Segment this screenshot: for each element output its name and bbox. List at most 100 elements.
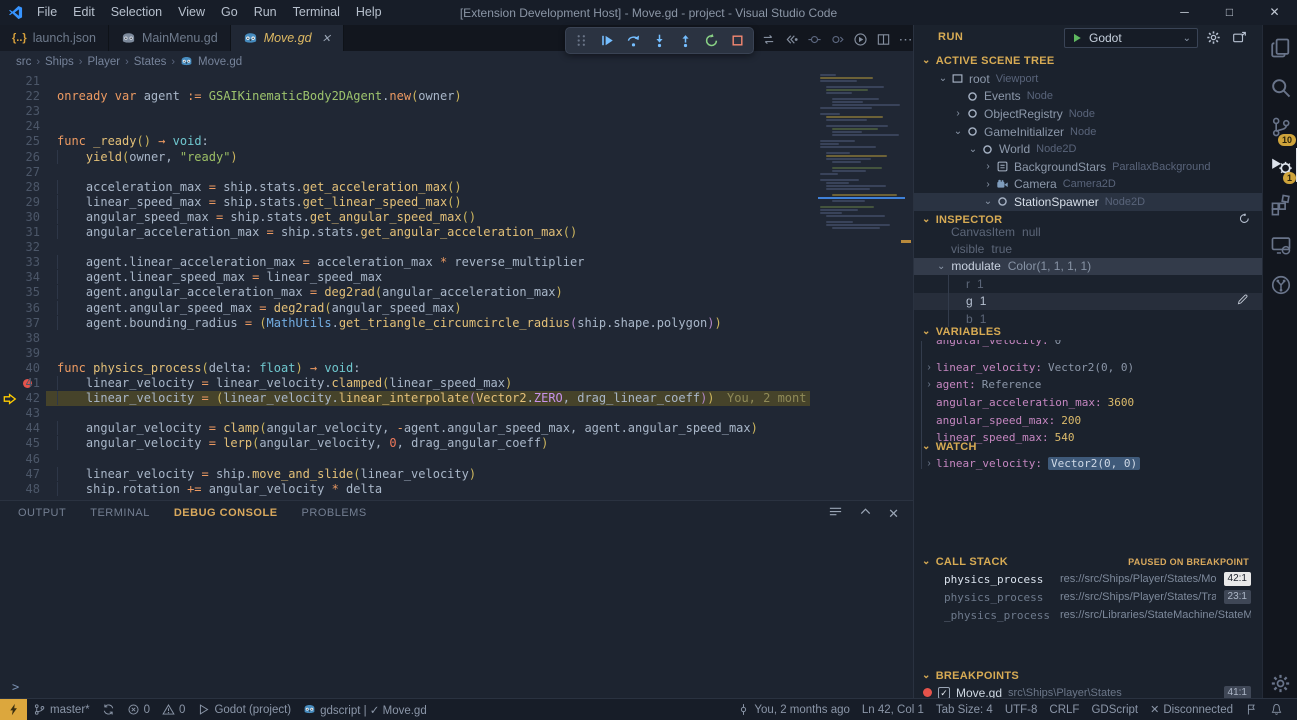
code-line[interactable]: 34 agent.linear_speed_max = linear_speed… (0, 270, 913, 285)
close-button[interactable]: ✕ (1252, 0, 1297, 25)
code-line[interactable]: 28 acceleration_max = ship.stats.get_acc… (0, 180, 913, 195)
cursor-position[interactable]: Ln 42, Col 1 (856, 699, 930, 720)
menu-run[interactable]: Run (246, 0, 285, 25)
watch-row-linear_velocity[interactable]: ›linear_velocity:Vector2(0, 0) (914, 455, 1262, 473)
chevron-down-icon[interactable]: ⌄ (937, 261, 945, 272)
call-stack-frame[interactable]: physics_processres://src/Ships/Player/St… (914, 588, 1262, 606)
gdscript-status[interactable]: gdscript | ✓ Move.gd (297, 699, 433, 720)
tab-move-gd[interactable]: Move.gd✕ (231, 25, 344, 51)
variable-row-partial[interactable]: angular_velocity:0 (914, 340, 1262, 349)
remote-indicator[interactable] (0, 699, 27, 720)
open-debug-view-icon[interactable] (1232, 30, 1247, 48)
variable-row-angular_speed_max[interactable]: angular_speed_max:200 (914, 411, 1262, 429)
tab-size[interactable]: Tab Size: 4 (930, 699, 999, 720)
menu-terminal[interactable]: Terminal (285, 0, 348, 25)
code-line[interactable]: 33 agent.linear_acceleration_max = accel… (0, 255, 913, 270)
stop-button[interactable] (725, 30, 750, 52)
code-editor[interactable]: 2122onready var agent := GSAIKinematicBo… (0, 72, 913, 500)
debug-console-prompt[interactable]: > (12, 680, 19, 694)
variable-row-angular_acceleration_max[interactable]: angular_acceleration_max:3600 (914, 394, 1262, 412)
code-line[interactable]: 41 linear_velocity = linear_velocity.cla… (0, 376, 913, 391)
code-line[interactable]: 26 yield(owner, "ready") (0, 150, 913, 165)
breadcrumb[interactable]: src›Ships›Player›States›Move.gd (0, 51, 913, 72)
settings-gear-icon[interactable] (1263, 665, 1297, 701)
section-call-stack[interactable]: ⌄CALL STACKPAUSED ON BREAKPOINT (914, 553, 1262, 570)
menu-file[interactable]: File (29, 0, 65, 25)
breadcrumb-item[interactable]: src (16, 56, 31, 68)
maximize-button[interactable]: □ (1207, 0, 1252, 25)
panel-tab-problems[interactable]: PROBLEMS (302, 505, 367, 521)
panel-tab-debug-console[interactable]: DEBUG CONSOLE (174, 505, 278, 521)
inspector-row-g[interactable]: g1 (914, 293, 1262, 310)
chevron-down-icon[interactable]: ⌄ (982, 196, 994, 207)
variable-row-linear_velocity[interactable]: ›linear_velocity:Vector2(0, 0) (914, 359, 1262, 377)
menu-go[interactable]: Go (213, 0, 246, 25)
scene-tree-item-camera[interactable]: ›CameraCamera2D (914, 176, 1262, 194)
minimap[interactable] (818, 74, 905, 306)
call-stack-frame[interactable]: _physics_processres://src/Libraries/Stat… (914, 606, 1262, 624)
code-line[interactable]: 38 (0, 331, 913, 346)
code-line[interactable]: 24 (0, 119, 913, 134)
code-line[interactable]: 40func physics_process(delta: float) → v… (0, 361, 913, 376)
inspector-row-r[interactable]: r1 (914, 275, 1262, 292)
menu-help[interactable]: Help (348, 0, 390, 25)
edit-pencil-icon[interactable] (1236, 293, 1249, 309)
chevron-right-icon[interactable]: › (952, 108, 964, 119)
menu-selection[interactable]: Selection (103, 0, 170, 25)
variable-row-agent[interactable]: ›agent:Reference (914, 376, 1262, 394)
menu-edit[interactable]: Edit (65, 0, 103, 25)
chevron-right-icon[interactable]: › (982, 179, 994, 190)
inspector-row-canvasitem[interactable]: CanvasItemnull (914, 223, 1262, 240)
breakpoint-checkbox[interactable]: ✓ (938, 687, 950, 699)
blame-status[interactable]: You, 2 months ago (731, 699, 855, 720)
launch-status[interactable]: Godot (project) (191, 699, 297, 720)
minimize-button[interactable]: ─ (1162, 0, 1207, 25)
chevron-down-icon[interactable]: ⌄ (967, 144, 979, 155)
explorer-icon[interactable] (1263, 30, 1297, 66)
tab-mainmenu-gd[interactable]: MainMenu.gd (109, 25, 231, 51)
code-line[interactable]: 21 (0, 74, 913, 89)
code-line[interactable]: You, 2 months ago42 linear_velocity = (l… (0, 391, 913, 406)
gitlens-icon[interactable] (1263, 267, 1297, 303)
eol[interactable]: CRLF (1043, 699, 1085, 720)
code-line[interactable]: 48 ship.rotation += angular_velocity * d… (0, 482, 913, 497)
extensions-icon[interactable] (1263, 187, 1297, 223)
section-active-scene-tree[interactable]: ⌄ACTIVE SCENE TREE (914, 52, 1262, 69)
launch-config-dropdown[interactable]: Godot ⌄ (1064, 28, 1198, 48)
breadcrumb-item[interactable]: Player (87, 56, 120, 68)
code-line[interactable]: 46 (0, 452, 913, 467)
debug-settings-gear-icon[interactable] (1206, 30, 1221, 48)
hot-reload-button[interactable] (760, 32, 776, 48)
scene-tree-item-backgroundstars[interactable]: ›BackgroundStarsParallaxBackground (914, 158, 1262, 176)
code-line[interactable]: 36 agent.angular_speed_max = deg2rad(ang… (0, 301, 913, 316)
continue-button[interactable] (595, 30, 620, 52)
maximize-panel-icon[interactable] (858, 504, 873, 524)
remote-explorer-icon[interactable] (1263, 227, 1297, 263)
code-line[interactable]: 25func _ready() → void: (0, 134, 913, 149)
menu-view[interactable]: View (170, 0, 213, 25)
step-over-button[interactable] (621, 30, 646, 52)
encoding[interactable]: UTF-8 (999, 699, 1044, 720)
chevron-right-icon[interactable]: › (922, 362, 936, 373)
code-line[interactable]: 27 (0, 165, 913, 180)
restart-button[interactable] (699, 30, 724, 52)
branch-status[interactable]: master* (27, 699, 96, 720)
breakpoint-entry[interactable]: ✓Move.gdsrc\Ships\Player\States41:1 (914, 684, 1262, 698)
split-editor-button[interactable] (875, 32, 891, 48)
chevron-right-icon[interactable]: › (982, 161, 994, 172)
scene-tree-item-root[interactable]: ⌄rootViewport (914, 70, 1262, 88)
code-line[interactable]: 37 agent.bounding_radius = (MathUtils.ge… (0, 316, 913, 331)
section-breakpoints[interactable]: ⌄BREAKPOINTS (914, 667, 1262, 684)
chevron-right-icon[interactable]: › (922, 458, 936, 469)
step-forward-button[interactable] (829, 32, 845, 48)
warning-count[interactable]: 0 (156, 699, 191, 720)
code-line[interactable]: 43 (0, 406, 913, 421)
scene-tree-item-stationspawner[interactable]: ⌄StationSpawnerNode2D (914, 193, 1262, 211)
section-watch[interactable]: ⌄WATCH (914, 438, 1262, 455)
code-line[interactable]: 39 (0, 346, 913, 361)
sync-status[interactable] (96, 699, 121, 720)
scene-tree-item-gameinitializer[interactable]: ⌄GameInitializerNode (914, 123, 1262, 141)
more-actions-button[interactable]: ⋯ (898, 32, 914, 48)
run-debug-icon[interactable]: 1 (1263, 147, 1297, 183)
panel-tab-output[interactable]: OUTPUT (18, 505, 66, 521)
